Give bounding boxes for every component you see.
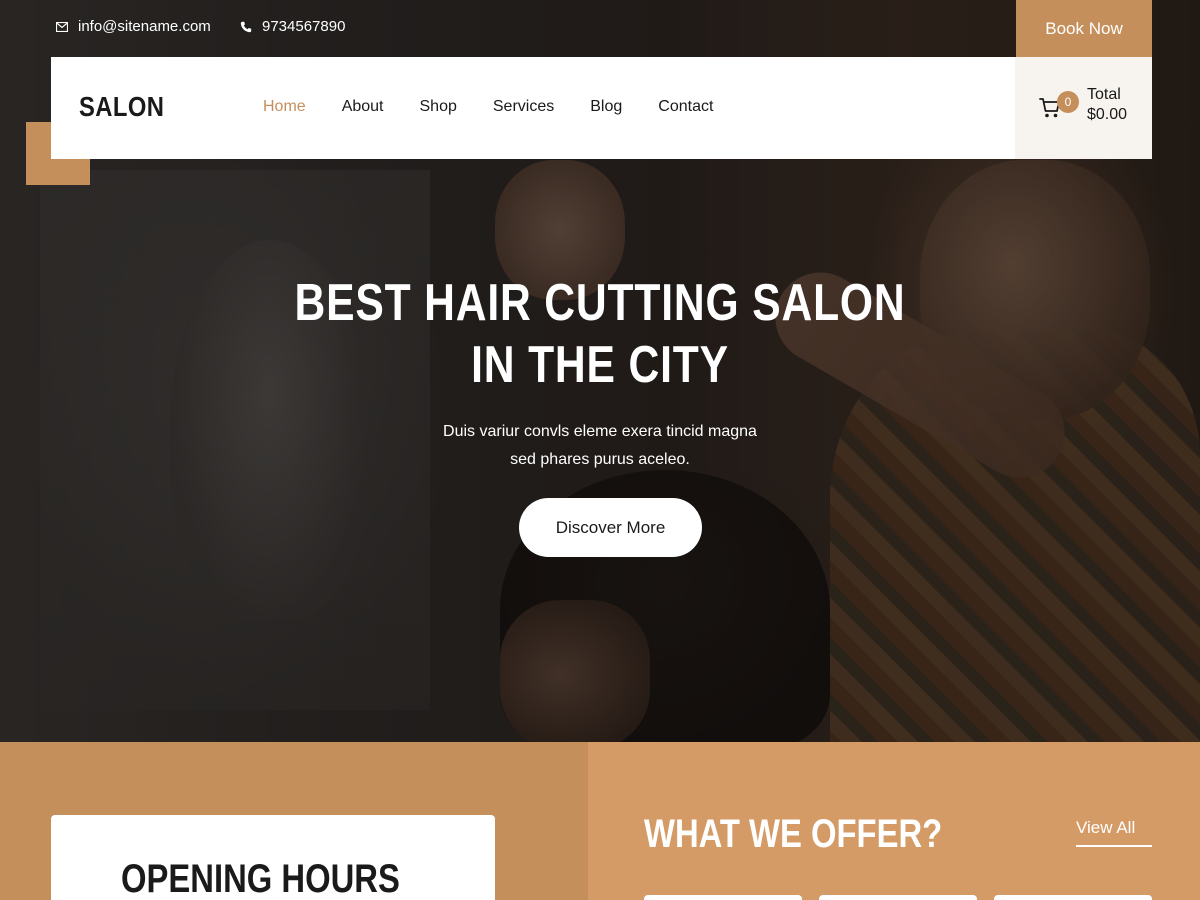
hero-title-line-2: IN THE CITY: [471, 336, 729, 394]
nav-item-shop[interactable]: Shop: [420, 98, 457, 116]
opening-hours-card: OPENING HOURS: [51, 815, 495, 900]
offer-card[interactable]: [819, 895, 977, 900]
cart-widget[interactable]: 0 Total $0.00: [1015, 57, 1152, 159]
envelope-icon: [56, 21, 68, 32]
phone-text: 9734567890: [262, 18, 346, 35]
nav-item-about[interactable]: About: [342, 98, 384, 116]
nav-item-contact[interactable]: Contact: [658, 98, 713, 116]
phone-contact[interactable]: 9734567890: [240, 18, 345, 35]
email-text: info@sitename.com: [78, 18, 211, 35]
hero-subtitle-line-1: Duis variur convls eleme exera tincid ma…: [443, 423, 757, 440]
book-now-button[interactable]: Book Now: [1016, 0, 1152, 57]
email-contact[interactable]: info@sitename.com: [56, 18, 211, 35]
top-bar: info@sitename.com 9734567890 Book Now: [0, 0, 1200, 57]
main-header: SALON Home About Shop Services Blog Cont…: [51, 57, 1152, 159]
offer-card[interactable]: [994, 895, 1152, 900]
hero-subtitle-line-2: sed phares purus aceleo.: [510, 451, 690, 468]
cart-total-value: $0.00: [1087, 106, 1128, 123]
cart-total-label: Total: [1087, 86, 1121, 103]
phone-icon: [240, 21, 252, 32]
nav-item-services[interactable]: Services: [493, 98, 554, 116]
hero-title-line-1: BEST HAIR CUTTING SALON: [294, 274, 906, 332]
main-nav: Home About Shop Services Blog Contact: [263, 98, 713, 116]
offer-card[interactable]: [644, 895, 802, 900]
nav-item-home[interactable]: Home: [263, 98, 306, 116]
hero-subtitle: Duis variur convls eleme exera tincid ma…: [340, 418, 860, 474]
hero-title: BEST HAIR CUTTING SALON IN THE CITY: [272, 272, 928, 396]
cart-total: Total $0.00: [1087, 85, 1127, 125]
discover-more-button[interactable]: Discover More: [519, 498, 702, 557]
what-we-offer-title: WHAT WE OFFER?: [644, 812, 943, 856]
nav-item-blog[interactable]: Blog: [590, 98, 622, 116]
cart-count-badge: 0: [1057, 91, 1079, 113]
site-logo[interactable]: SALON: [79, 91, 164, 123]
view-all-link[interactable]: View All: [1076, 818, 1152, 847]
opening-hours-title: OPENING HOURS: [121, 857, 400, 900]
